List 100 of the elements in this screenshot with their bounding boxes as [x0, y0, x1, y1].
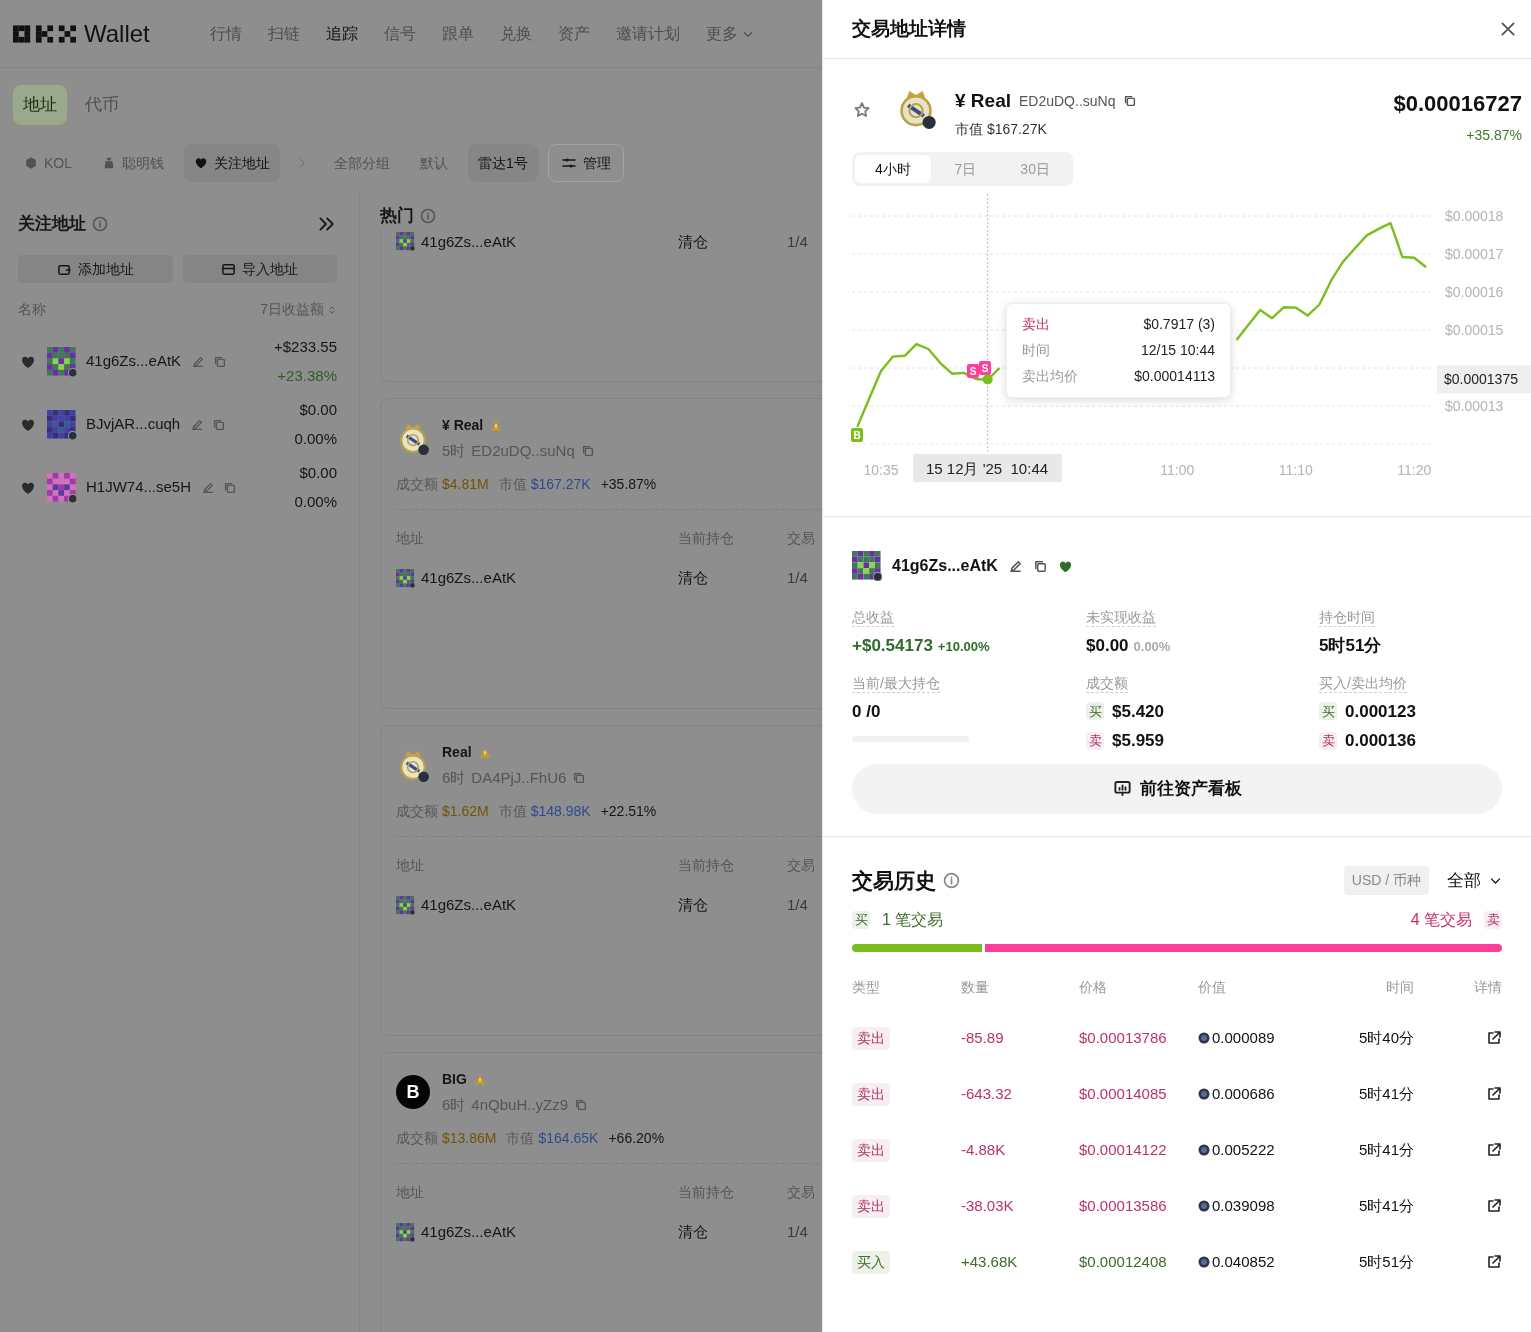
sell-marker[interactable]: S	[979, 361, 991, 375]
amount-cell-text: -643.32	[961, 1083, 1013, 1104]
trade-type-tag: 卖出	[852, 1026, 890, 1050]
value-cell-text: 0.000686	[1212, 1083, 1275, 1104]
amount-cell-text: -85.89	[961, 1027, 1005, 1048]
view-tab[interactable]: 代币	[75, 85, 129, 125]
token-logo: B	[396, 1075, 430, 1110]
pnl-percent: 0.00%	[294, 428, 337, 449]
sell-count: 4 笔交易	[1410, 910, 1472, 930]
filter-dropdown[interactable]: 全部	[1447, 867, 1502, 893]
buy-marker[interactable]: B	[851, 427, 863, 442]
token-address[interactable]: ED2uDQ..suNq	[471, 439, 575, 462]
wallet-address[interactable]: 41g6Zs...eAtK	[421, 230, 517, 253]
tray-icon	[221, 261, 237, 277]
import-address-button[interactable]: 导入地址	[182, 255, 337, 283]
manage-button[interactable]: 管理	[547, 144, 624, 182]
price-tag: $0.0001375	[1437, 365, 1531, 394]
price-cell-text: $0.00012408	[1079, 1251, 1168, 1272]
price-change: +35.87%	[1466, 126, 1522, 145]
stat-label: 买入/卖出均价	[1319, 673, 1407, 693]
external-link-icon[interactable]	[1486, 1086, 1502, 1102]
token-address[interactable]: DA4PjJ..FhU6	[471, 766, 567, 789]
copy-icon[interactable]	[1032, 558, 1048, 574]
add-address-button[interactable]: 添加地址	[18, 255, 173, 283]
sell-marker[interactable]: S	[967, 364, 979, 379]
category-filter[interactable]: 聪明钱	[92, 144, 174, 182]
tooltip-label: 卖出均价	[1022, 367, 1078, 386]
wallet-address[interactable]: 41g6Zs...eAtK	[421, 894, 517, 917]
amount-cell-text: -38.03K	[961, 1195, 1015, 1216]
trade-type-tag: 卖出	[852, 1082, 890, 1106]
axis-label: $0.00017	[1445, 246, 1504, 262]
token-name: BIG	[442, 1069, 467, 1089]
category-filter[interactable]: KOL	[14, 144, 82, 182]
position-cell-text: 清仓	[678, 231, 709, 252]
nav-link[interactable]: 行情	[209, 21, 242, 46]
buy-tag: 买	[852, 911, 870, 929]
column-header: 类型	[852, 978, 881, 997]
column-header: 时间	[1385, 978, 1414, 997]
value-cell-text: 0.040852	[1212, 1251, 1275, 1272]
wallet-address[interactable]: 41g6Zs...eAtK	[86, 350, 182, 373]
view-tab[interactable]: 地址	[13, 85, 67, 125]
nav-link[interactable]: 更多	[705, 21, 754, 46]
stat-label: 当前/最大持仓	[852, 673, 940, 693]
external-link-icon[interactable]	[1486, 1030, 1502, 1046]
pixel-avatar-icon	[47, 346, 77, 377]
external-link-icon[interactable]	[1486, 1198, 1502, 1214]
column-header: 交易	[787, 529, 816, 548]
edit-icon[interactable]	[1007, 558, 1023, 574]
time-cell-text: 5时40分	[1357, 1027, 1414, 1048]
nav-link[interactable]: 资产	[557, 21, 590, 46]
nav-link[interactable]: 信号	[383, 21, 416, 46]
collapse-icon[interactable]	[317, 215, 335, 233]
column-header: 详情	[1473, 978, 1502, 997]
trades-cell-text: 1/4	[787, 568, 809, 588]
volume-value: $4.81M	[442, 475, 489, 494]
period-tab[interactable]: 30日	[1000, 155, 1070, 183]
column-header: 价值	[1198, 978, 1227, 997]
unit-toggle[interactable]: USD / 币种	[1343, 865, 1429, 895]
token-name: ¥ Real	[955, 89, 1011, 113]
info-icon	[943, 871, 960, 889]
dashboard-button[interactable]: 前往资产看板	[852, 763, 1502, 814]
star-icon[interactable]	[853, 101, 871, 119]
copy-icon[interactable]	[1123, 94, 1138, 109]
wallet-address[interactable]: 41g6Zs...eAtK	[421, 1221, 517, 1244]
time-cell-text: 5时41分	[1357, 1139, 1414, 1160]
pnl-value: $0.00	[299, 400, 337, 420]
wallet-address[interactable]: 41g6Zs...eAtK	[892, 554, 998, 578]
period-tab[interactable]: 7日	[930, 155, 1001, 183]
stat-percent: 0.00%	[1133, 638, 1171, 656]
nav-link[interactable]: 兑换	[499, 21, 532, 46]
token-address[interactable]: ED2uDQ..suNq	[1019, 90, 1116, 112]
axis-label: 11:10	[1278, 462, 1313, 478]
token-age: 5时	[442, 440, 466, 461]
crosshair-dot	[982, 374, 993, 385]
tooltip-label: 时间	[1022, 341, 1050, 360]
external-link-icon[interactable]	[1486, 1142, 1502, 1158]
time-cell-text: 5时41分	[1357, 1083, 1414, 1104]
category-filter[interactable]: 关注地址	[184, 144, 280, 182]
group-filter[interactable]: 默认	[410, 144, 458, 182]
nav-link[interactable]: 邀请计划	[615, 21, 680, 46]
token-address[interactable]: 4nQbuH..yZz9	[471, 1093, 569, 1116]
nav-link[interactable]: 扫链	[267, 21, 300, 46]
group-filter[interactable]: 雷达1号	[468, 144, 538, 182]
token-price: $0.00016727	[1393, 90, 1522, 118]
group-filter[interactable]: 全部分组	[324, 144, 400, 182]
external-link-icon[interactable]	[1486, 1254, 1502, 1270]
wallet-address[interactable]: H1JW74...se5H	[86, 476, 192, 499]
close-icon[interactable]	[1499, 20, 1517, 38]
column-header: 交易	[787, 1183, 816, 1202]
nav-link[interactable]: 跟单	[441, 21, 474, 46]
period-tab[interactable]: 4小时	[855, 155, 931, 183]
pnl-value: $0.00	[299, 463, 337, 483]
money-bag-icon	[102, 156, 116, 170]
axis-label: 10:35	[863, 462, 899, 478]
nav-link[interactable]: 追踪	[325, 21, 358, 46]
trade-type-tag: 卖出	[852, 1138, 890, 1162]
wallet-address[interactable]: 41g6Zs...eAtK	[421, 567, 517, 590]
stat-value: $0.00	[1086, 635, 1129, 657]
wallet-address[interactable]: BJvjAR...cuqh	[86, 413, 181, 436]
coin-icon	[1198, 1032, 1210, 1044]
